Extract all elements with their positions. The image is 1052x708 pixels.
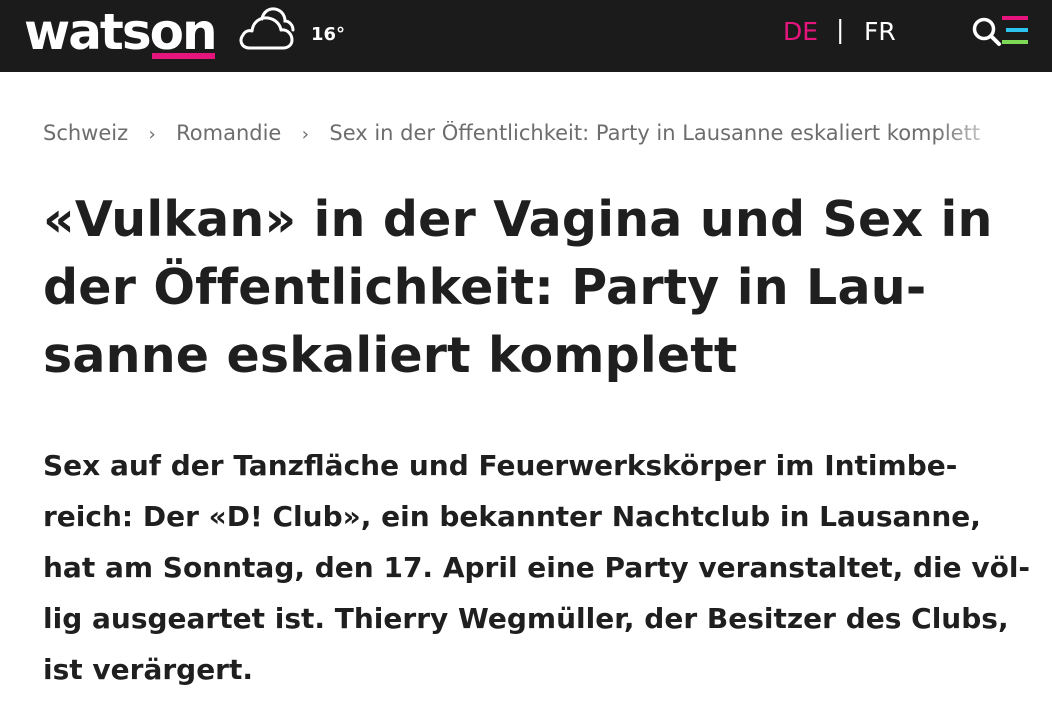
article-headline: «Vulkan» in der Vagina und Sex in der Öf… [43,186,1013,390]
top-navigation-bar: watson 16° DE | FR [0,0,1052,72]
article-lead: Sex auf der Tanzfläche und Feuerwerkskör… [43,440,1033,695]
language-separator: | [836,15,845,44]
watson-logo[interactable]: watson [24,6,218,58]
chevron-right-icon: › [148,124,156,145]
breadcrumb-item-current-article[interactable]: Sex in der Öffentlichkeit: Party in Laus… [329,121,980,145]
temperature-readout: 16° [311,24,346,45]
cloud-icon [239,7,295,50]
lead-line: ist verärgert. [43,653,254,686]
search-menu-button[interactable] [970,10,1032,54]
logo-accent-bar [152,53,215,59]
search-menu-icon [972,16,1028,46]
lead-line: lig ausgeartet ist. Thierry Wegmüller, d… [43,602,1009,635]
language-fr-link[interactable]: FR [864,17,896,46]
breadcrumb-item-romandie[interactable]: Romandie [176,121,281,145]
breadcrumb: Schweiz › Romandie › Sex in der Öffentlichke… [43,121,1013,149]
chevron-right-icon: › [301,124,309,145]
lead-line: reich: Der «D! Club», ein bekannter Nach… [43,500,981,533]
breadcrumb-item-schweiz[interactable]: Schweiz [43,121,128,145]
lead-line: hat am Sonntag, den 17. April eine Party… [43,551,1031,584]
headline-line: «Vulkan» in der Vagina und Sex in [43,191,993,248]
language-de-link[interactable]: DE [783,17,818,46]
headline-line: sanne eskaliert komplett [43,327,738,384]
headline-line: der Öffentlichkeit: Party in Lau- [43,259,927,316]
lead-line: Sex auf der Tanzfläche und Feuerwerkskör… [43,449,958,482]
